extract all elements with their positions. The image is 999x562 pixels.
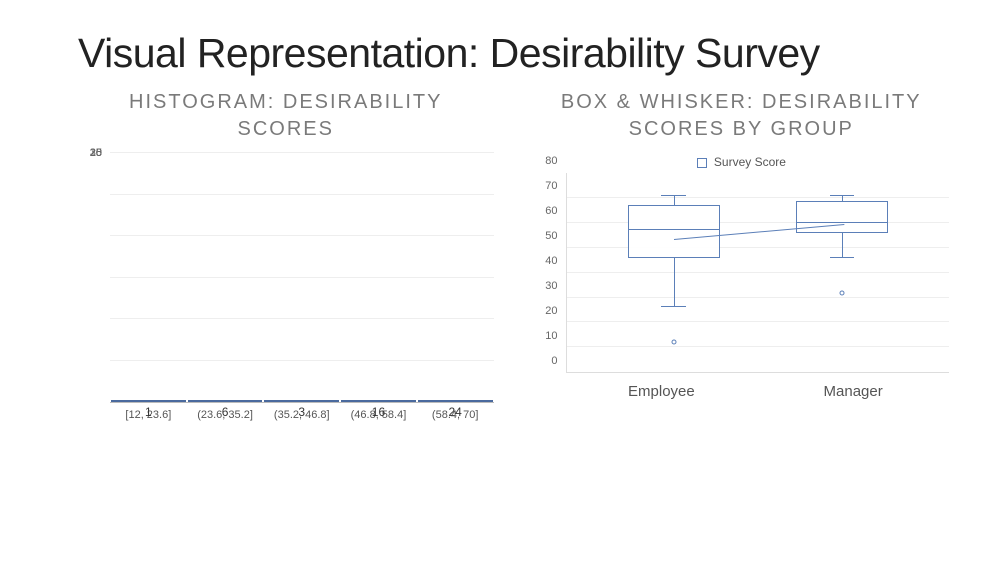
ytick: 30 — [545, 280, 557, 292]
bar: 24 — [418, 400, 493, 402]
x-tick-label: Manager — [757, 383, 949, 400]
ytick: 50 — [545, 230, 557, 242]
ytick: 70 — [545, 180, 557, 192]
bar-value-label: 1 — [112, 405, 185, 419]
x-tick-label: Employee — [566, 383, 758, 400]
whisker — [674, 258, 675, 308]
bar-value-label: 24 — [419, 405, 492, 419]
ytick: 60 — [545, 205, 557, 217]
whisker — [674, 196, 675, 206]
boxplot-title: BOX & WHISKER: DESIRABILITY SCORES BY GR… — [534, 89, 950, 143]
histogram-area: 0 5 10 15 20 25 30 1631624 [1 — [78, 153, 494, 433]
outlier — [671, 340, 676, 345]
ytick: 10 — [545, 330, 557, 342]
ytick: 30 — [90, 147, 102, 159]
whisker-cap — [830, 257, 855, 258]
charts-row: HISTOGRAM: DESIRABILITY SCORES 0 5 10 15… — [78, 89, 949, 433]
ytick: 0 — [551, 355, 557, 367]
boxplot-area: Survey Score 0 10 20 30 40 50 60 70 80 EmployeeM… — [534, 153, 950, 400]
ytick: 80 — [545, 155, 557, 167]
ytick: 40 — [545, 255, 557, 267]
bar: 3 — [264, 400, 339, 402]
boxplot-x-axis: EmployeeManager — [534, 383, 950, 400]
bar-value-label: 6 — [189, 405, 262, 419]
histogram-bar: 6 — [187, 400, 264, 402]
box-group — [597, 173, 750, 372]
box — [628, 205, 720, 257]
whisker-cap — [661, 195, 686, 196]
histogram-plot: 1631624 — [110, 153, 494, 403]
bar: 1 — [111, 400, 186, 402]
box-group — [765, 173, 918, 372]
bar-value-label: 3 — [265, 405, 338, 419]
whisker-cap — [661, 306, 686, 307]
bar: 16 — [341, 400, 416, 402]
boxplot-outer: 01020304050607080 — [534, 173, 950, 373]
bar: 6 — [188, 400, 263, 402]
page-title: Visual Representation: Desirability Surv… — [78, 30, 949, 77]
boxplot-chart: BOX & WHISKER: DESIRABILITY SCORES BY GR… — [534, 89, 950, 433]
boxplot-y-axis: 01020304050607080 — [534, 173, 562, 373]
whisker — [842, 233, 843, 258]
ytick: 20 — [545, 305, 557, 317]
histogram-bar: 1 — [110, 400, 187, 402]
boxplot-legend: Survey Score — [534, 155, 950, 169]
boxplot-plot — [566, 173, 950, 373]
whisker-cap — [830, 195, 855, 196]
bar-value-label: 16 — [342, 405, 415, 419]
median-line — [628, 229, 720, 230]
histogram-title: HISTOGRAM: DESIRABILITY SCORES — [78, 89, 494, 143]
outlier — [839, 290, 844, 295]
histogram-bar: 16 — [340, 400, 417, 402]
histogram-bars: 1631624 — [110, 153, 494, 402]
histogram-chart: HISTOGRAM: DESIRABILITY SCORES 0 5 10 15… — [78, 89, 494, 433]
median-line — [796, 222, 888, 223]
slide: Visual Representation: Desirability Surv… — [0, 0, 999, 562]
histogram-bar: 24 — [417, 400, 494, 402]
legend-swatch-icon — [697, 158, 707, 168]
histogram-y-axis: 0 5 10 15 20 25 30 — [78, 153, 106, 403]
histogram-bar: 3 — [263, 400, 340, 402]
legend-label: Survey Score — [714, 155, 786, 169]
